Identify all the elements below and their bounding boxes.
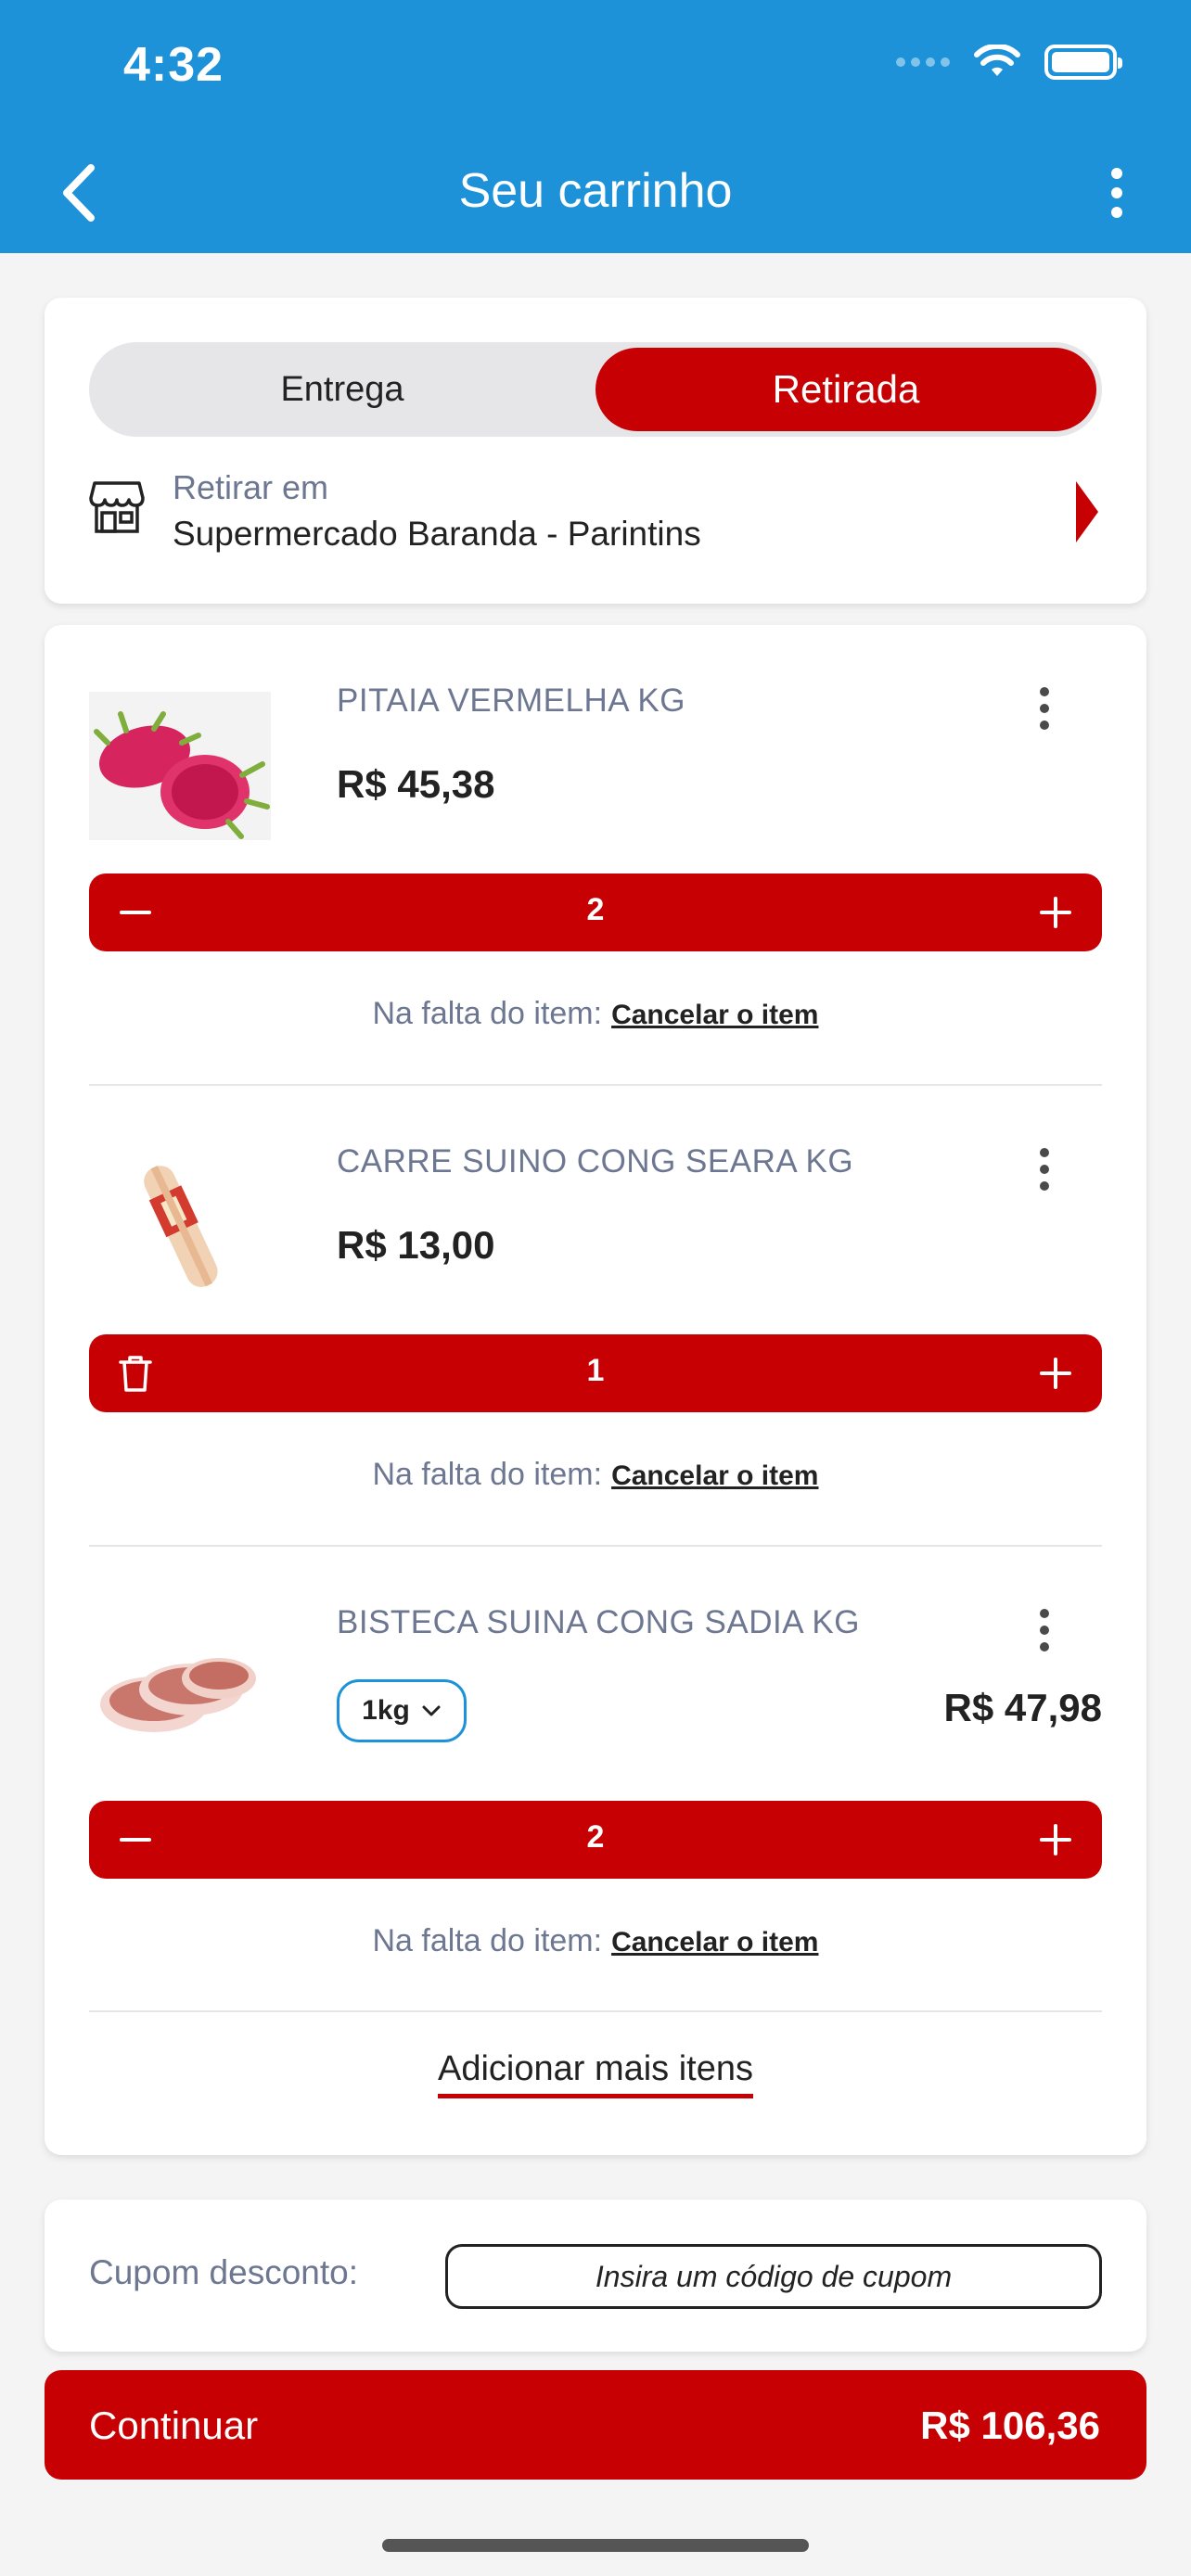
continue-label: Continuar	[89, 2404, 259, 2447]
item-more-button[interactable]	[1026, 1602, 1063, 1658]
item-name: CARRE SUINO CONG SEARA KG	[337, 1143, 854, 1180]
fulfillment-toggle: Entrega Retirada	[89, 342, 1102, 437]
status-time: 4:32	[123, 38, 224, 92]
shortage-option: Na falta do item: Cancelar o item	[45, 996, 1146, 1032]
more-vertical-icon	[1111, 168, 1122, 179]
product-image-bisteca	[89, 1613, 271, 1762]
store-icon	[89, 481, 145, 533]
quantity-value: 1	[586, 1353, 605, 1388]
more-vertical-icon	[1040, 1609, 1049, 1618]
quantity-value: 2	[586, 1819, 605, 1855]
add-more-items-link[interactable]: Adicionar mais itens	[437, 2049, 754, 2098]
shortage-option: Na falta do item: Cancelar o item	[45, 1457, 1146, 1493]
more-options-button[interactable]	[1089, 158, 1145, 228]
page-title: Seu carrinho	[458, 164, 733, 218]
product-image-carre	[89, 1153, 271, 1301]
wifi-icon	[974, 45, 1020, 76]
plus-icon	[1040, 1824, 1071, 1855]
increase-button[interactable]	[1028, 1812, 1083, 1868]
fulfillment-card: Entrega Retirada Retirar em Supermercado…	[45, 298, 1146, 604]
cart-item: BISTECA SUINA CONG SADIA KG 1kg R$ 47,98…	[45, 1547, 1146, 2012]
item-more-button[interactable]	[1026, 681, 1063, 736]
app-header: 4:32 Seu carrinho	[0, 0, 1191, 253]
unit-value: 1kg	[362, 1695, 410, 1726]
quantity-stepper: 2	[89, 1801, 1102, 1879]
plus-icon	[1040, 1358, 1071, 1389]
more-vertical-icon	[1040, 1148, 1049, 1157]
cart-item: CARRE SUINO CONG SEARA KG R$ 13,00 1 Na …	[45, 1086, 1146, 1547]
plus-icon	[1040, 897, 1071, 928]
quantity-stepper: 1	[89, 1334, 1102, 1412]
item-name: PITAIA VERMELHA KG	[337, 682, 685, 719]
item-name: BISTECA SUINA CONG SADIA KG	[337, 1604, 860, 1640]
unit-select[interactable]: 1kg	[337, 1679, 467, 1742]
coupon-card: Cupom desconto:	[45, 2200, 1146, 2352]
battery-icon	[1044, 45, 1122, 80]
cellular-signal-icon	[896, 57, 950, 67]
item-more-button[interactable]	[1026, 1141, 1063, 1197]
shortage-label: Na falta do item:	[372, 1923, 603, 1958]
item-price: R$ 47,98	[943, 1686, 1102, 1729]
pickup-label: Retirar em	[173, 468, 329, 506]
item-price: R$ 45,38	[337, 762, 495, 806]
cancel-item-link[interactable]: Cancelar o item	[611, 1000, 818, 1030]
quantity-stepper: 2	[89, 874, 1102, 951]
more-vertical-icon	[1040, 687, 1049, 696]
continue-button[interactable]: Continuar R$ 106,36	[45, 2370, 1146, 2480]
cart-items-card: PITAIA VERMELHA KG R$ 45,38 2 Na falta d…	[45, 625, 1146, 2155]
coupon-label: Cupom desconto:	[89, 2253, 359, 2291]
coupon-input[interactable]	[445, 2244, 1102, 2309]
quantity-value: 2	[586, 892, 605, 927]
cancel-item-link[interactable]: Cancelar o item	[611, 1927, 818, 1958]
item-price: R$ 13,00	[337, 1223, 495, 1267]
increase-button[interactable]	[1028, 885, 1083, 940]
cart-item: PITAIA VERMELHA KG R$ 45,38 2 Na falta d…	[45, 625, 1146, 1086]
cancel-item-link[interactable]: Cancelar o item	[611, 1460, 818, 1491]
cart-total: R$ 106,36	[920, 2404, 1100, 2447]
pickup-store-name[interactable]: Supermercado Baranda - Parintins	[173, 515, 701, 554]
status-icons	[896, 45, 1122, 80]
add-more-items: Adicionar mais itens	[45, 2049, 1146, 2098]
shortage-label: Na falta do item:	[372, 1457, 603, 1492]
tab-entrega[interactable]: Entrega	[89, 342, 596, 437]
tab-retirada[interactable]: Retirada	[596, 348, 1096, 431]
increase-button[interactable]	[1028, 1345, 1083, 1401]
home-indicator[interactable]	[382, 2539, 809, 2552]
divider	[89, 2010, 1102, 2012]
shortage-option: Na falta do item: Cancelar o item	[45, 1923, 1146, 1959]
shortage-label: Na falta do item:	[372, 996, 603, 1031]
product-image-pitaia	[89, 692, 271, 840]
chevron-down-icon	[422, 1705, 441, 1716]
caret-right-icon[interactable]	[1076, 481, 1098, 542]
